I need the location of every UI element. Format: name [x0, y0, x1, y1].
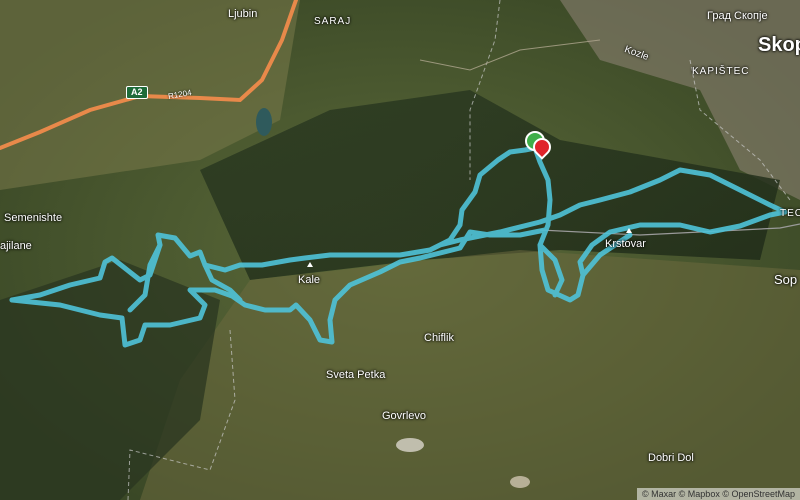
lake: [256, 108, 272, 136]
satellite-terrain: [0, 0, 800, 500]
map-canvas[interactable]: A2 R1204 Ljubin SARAJ Град Скопје Skop K…: [0, 0, 800, 500]
road-shield-a2: A2: [126, 86, 148, 99]
peak-marker-kale: [307, 262, 313, 267]
peak-marker-krstovar: [626, 228, 632, 233]
map-attribution[interactable]: © Maxar © Mapbox © OpenStreetMap: [637, 488, 800, 500]
